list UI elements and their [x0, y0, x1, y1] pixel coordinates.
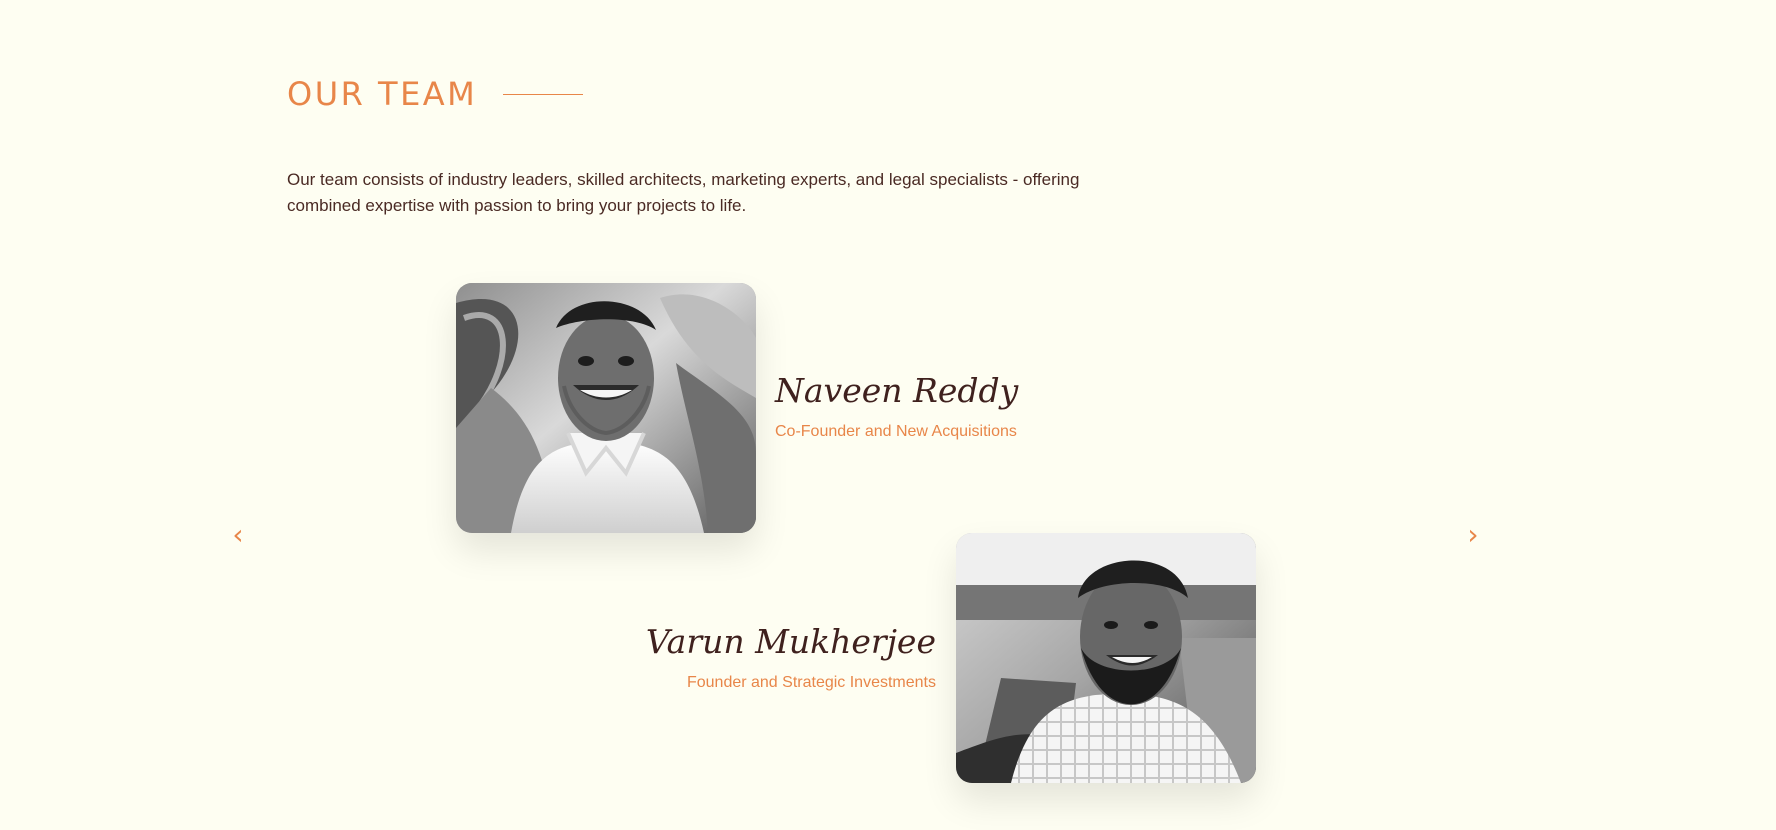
section-title: OUR TEAM: [287, 75, 478, 113]
team-member-photo-varun: [956, 533, 1256, 783]
team-member-role: Co-Founder and New Acquisitions: [775, 423, 1017, 440]
chevron-left-icon: ‹: [232, 518, 244, 551]
title-divider: [503, 93, 584, 96]
team-member-card-naveen: Naveen Reddy Co-Founder and New Acquisit…: [775, 369, 1135, 444]
section-header: OUR TEAM: [287, 74, 584, 114]
carousel-next-button[interactable]: ›: [1461, 520, 1485, 550]
team-intro: Our team consists of industry leaders, s…: [287, 170, 1080, 215]
team-member-role: Founder and Strategic Investments: [686, 674, 936, 691]
team-member-name: Varun Mukherjee: [645, 622, 936, 661]
team-member-name: Naveen Reddy: [775, 371, 1019, 410]
team-member-photo-naveen: [456, 283, 756, 533]
carousel-prev-button[interactable]: ‹: [226, 520, 250, 550]
chevron-right-icon: ›: [1467, 518, 1479, 551]
team-member-card-varun: Varun Mukherjee Founder and Strategic In…: [576, 620, 936, 695]
